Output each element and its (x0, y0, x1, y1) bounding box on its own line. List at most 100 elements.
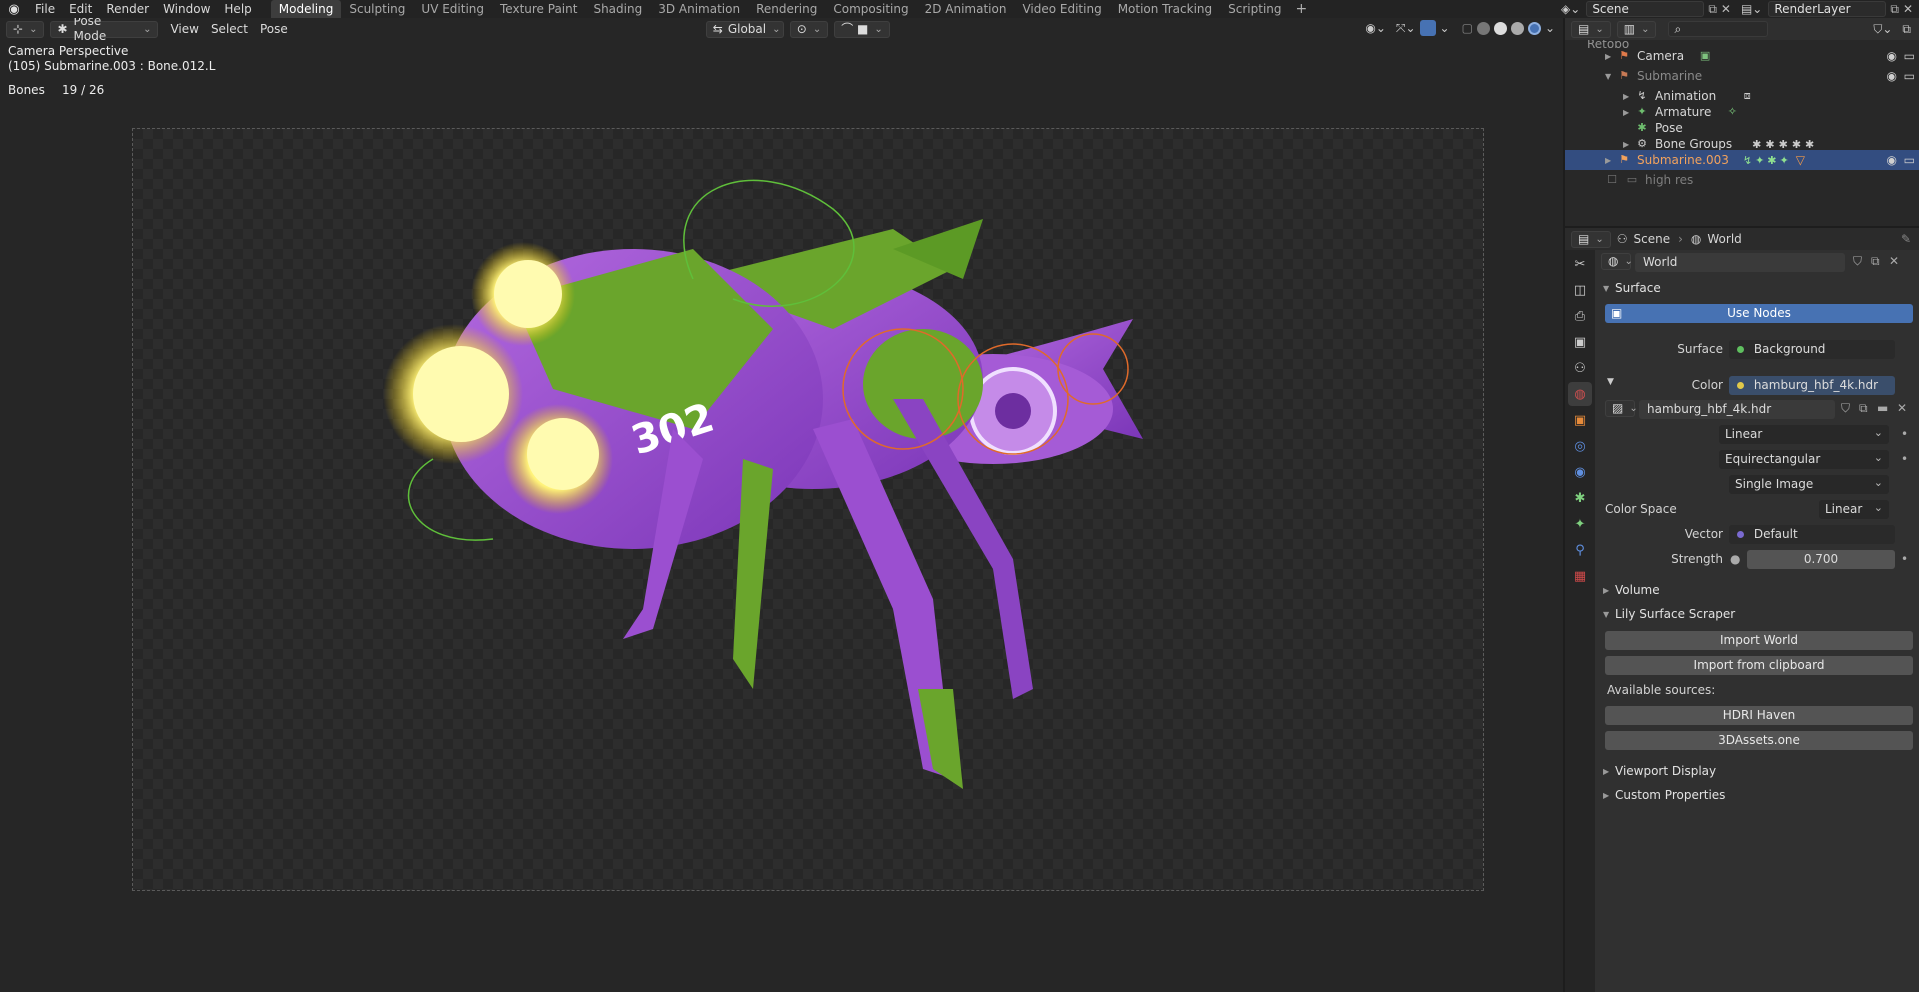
expand-arrow-icon[interactable]: ▶ (1623, 92, 1635, 101)
wireframe-shading-icon[interactable] (1476, 21, 1490, 35)
delete-view-layer-icon[interactable]: ✕ (1903, 2, 1913, 16)
volume-panel-header[interactable]: ▶ Volume (1595, 578, 1919, 602)
hdri-haven-button[interactable]: HDRI Haven (1605, 706, 1913, 725)
vector-input-field[interactable]: Default (1729, 525, 1895, 544)
render-toggle-icon[interactable]: ▭ (1904, 153, 1915, 167)
color-input-field[interactable]: hamburg_hbf_4k.hdr (1729, 376, 1895, 395)
view-layer-field[interactable]: RenderLayer (1768, 1, 1887, 17)
object-data-tab-icon[interactable]: ✦ (1568, 512, 1592, 536)
color-space-dropdown[interactable]: Linear (1819, 498, 1889, 519)
visibility-eye-icon[interactable]: ◉ (1887, 153, 1897, 167)
new-scene-icon[interactable]: ⧉ (1708, 2, 1717, 17)
bone-tab-icon[interactable]: ⚲ (1568, 538, 1592, 562)
mode-dropdown[interactable]: ✱ Pose Mode (50, 18, 159, 43)
render-toggle-icon[interactable]: ▭ (1904, 69, 1915, 83)
tab-rendering[interactable]: Rendering (748, 0, 825, 18)
menu-select[interactable]: Select (205, 22, 254, 36)
visibility-icon[interactable]: ◉⌄ (1365, 21, 1386, 35)
breadcrumb-scene[interactable]: Scene (1634, 232, 1671, 246)
image-browse-icon[interactable]: ▨ (1605, 400, 1635, 417)
world-browse-icon[interactable]: ◍ (1601, 253, 1631, 270)
filter-icon[interactable]: ⛉⌄ (1873, 22, 1892, 37)
world-tab-icon[interactable]: ◍ (1568, 382, 1592, 406)
outliner-search-input[interactable]: ⌕ (1668, 21, 1769, 37)
visibility-eye-icon[interactable]: ◉ (1887, 49, 1897, 63)
tab-video-editing[interactable]: Video Editing (1014, 0, 1109, 18)
tab-texture-paint[interactable]: Texture Paint (492, 0, 585, 18)
strength-slider[interactable]: 0.700 (1747, 550, 1895, 569)
world-name-field[interactable]: World (1635, 253, 1845, 272)
pin-icon[interactable]: ✎ (1901, 232, 1911, 246)
new-view-layer-icon[interactable]: ⧉ (1890, 2, 1899, 17)
modifier-tab-icon[interactable]: ◎ (1568, 434, 1592, 458)
import-clipboard-button[interactable]: Import from clipboard (1605, 656, 1913, 675)
tab-scripting[interactable]: Scripting (1220, 0, 1289, 18)
outliner-row-submarine[interactable]: ▼ ⚑ Submarine ◉ ▭ (1565, 66, 1919, 86)
menu-edit[interactable]: Edit (62, 0, 99, 18)
material-shading-icon[interactable] (1510, 21, 1524, 35)
use-nodes-button[interactable]: ▣ Use Nodes (1605, 304, 1913, 323)
menu-render[interactable]: Render (99, 0, 156, 18)
expand-arrow-icon[interactable]: ▶ (1605, 52, 1617, 61)
add-workspace-icon[interactable]: + (1290, 0, 1314, 18)
tab-sculpting[interactable]: Sculpting (341, 0, 413, 18)
outliner-row-camera[interactable]: ▶ ⚑ Camera ▣ ◉ ▭ (1565, 46, 1919, 66)
view-layer-browse-icon[interactable]: ▤⌄ (1741, 2, 1762, 16)
custom-properties-panel-header[interactable]: ▶ Custom Properties (1595, 783, 1919, 807)
tab-motion-tracking[interactable]: Motion Tracking (1110, 0, 1220, 18)
blender-logo-icon[interactable]: ◉ (0, 0, 28, 18)
render-toggle-icon[interactable]: ▭ (1904, 49, 1915, 63)
scene-browse-icon[interactable]: ◈⌄ (1561, 2, 1580, 16)
menu-file[interactable]: File (28, 0, 62, 18)
viewport-display-panel-header[interactable]: ▶ Viewport Display (1595, 759, 1919, 783)
outliner-row-high-res[interactable]: ☐ ▭ high res (1565, 170, 1919, 190)
physics-tab-icon[interactable]: ◉ (1568, 460, 1592, 484)
pivot-dropdown[interactable]: ⊙ (789, 20, 829, 38)
display-mode-icon[interactable]: ▥ (1616, 20, 1657, 38)
orientation-dropdown[interactable]: ⇆ Global (705, 20, 784, 38)
tab-shading[interactable]: Shading (585, 0, 650, 18)
delete-scene-icon[interactable]: ✕ (1721, 2, 1731, 16)
scene-name-field[interactable]: Scene (1586, 1, 1705, 17)
breadcrumb-world[interactable]: World (1707, 232, 1741, 246)
rendered-shading-icon[interactable] (1527, 21, 1541, 35)
tab-3d-animation[interactable]: 3D Animation (650, 0, 748, 18)
xray-icon[interactable]: ▢ (1462, 21, 1473, 35)
properties-editor-type-icon[interactable]: ▤ (1571, 230, 1611, 248)
surface-panel-header[interactable]: ▼ Surface (1595, 276, 1919, 300)
tab-2d-animation[interactable]: 2D Animation (917, 0, 1015, 18)
outliner-editor-type-icon[interactable]: ▤ (1571, 20, 1611, 38)
projection-dropdown[interactable]: Equirectangular (1719, 448, 1889, 469)
snap-toggle[interactable]: ⌒ ■ (834, 20, 890, 38)
solid-shading-icon[interactable] (1493, 21, 1507, 35)
scraper-panel-header[interactable]: ▼ Lily Surface Scraper (1595, 602, 1919, 626)
object-tab-icon[interactable]: ▣ (1568, 408, 1592, 432)
menu-view[interactable]: View (164, 22, 204, 36)
tab-modeling[interactable]: Modeling (270, 0, 342, 18)
expand-arrow-icon[interactable]: ▶ (1623, 108, 1635, 117)
tab-uv-editing[interactable]: UV Editing (413, 0, 492, 18)
image-name-field[interactable]: hamburg_hbf_4k.hdr (1639, 400, 1835, 419)
menu-help[interactable]: Help (217, 0, 258, 18)
view-layer-tab-icon[interactable]: ▣ (1568, 330, 1592, 354)
3dassets-one-button[interactable]: 3DAssets.one (1605, 731, 1913, 750)
import-world-button[interactable]: Import World (1605, 631, 1913, 650)
texture-tab-icon[interactable]: ▦ (1568, 564, 1592, 588)
new-collection-icon[interactable]: ⧉ (1902, 22, 1911, 37)
overlays-icon[interactable] (1419, 20, 1436, 36)
expand-arrow-icon[interactable]: ▶ (1623, 140, 1635, 149)
shading-dropdown-icon[interactable]: ⌄ (1545, 21, 1555, 35)
new-image-icon[interactable]: ⧉ (1859, 401, 1868, 416)
constraint-tab-icon[interactable]: ✱ (1568, 486, 1592, 510)
overlays-dropdown-icon[interactable]: ⌄ (1440, 21, 1450, 35)
tab-compositing[interactable]: Compositing (825, 0, 916, 18)
collapse-arrow-icon[interactable]: ▼ (1605, 72, 1617, 81)
unlink-world-icon[interactable]: ✕ (1889, 254, 1899, 268)
open-image-icon[interactable]: ▬ (1877, 401, 1888, 415)
visibility-eye-icon[interactable]: ◉ (1887, 69, 1897, 83)
duplicate-world-icon[interactable]: ⧉ (1871, 254, 1880, 269)
gizmo-icon[interactable]: ⤧⌄ (1396, 21, 1416, 36)
fake-user-icon[interactable]: ⛉ (1841, 401, 1850, 416)
fake-user-icon[interactable]: ⛉ (1853, 254, 1862, 269)
outliner-row-submarine-003[interactable]: ▶ ⚑ Submarine.003 ↯✦✱✦ ▽ ◉ ▭ (1565, 150, 1919, 170)
